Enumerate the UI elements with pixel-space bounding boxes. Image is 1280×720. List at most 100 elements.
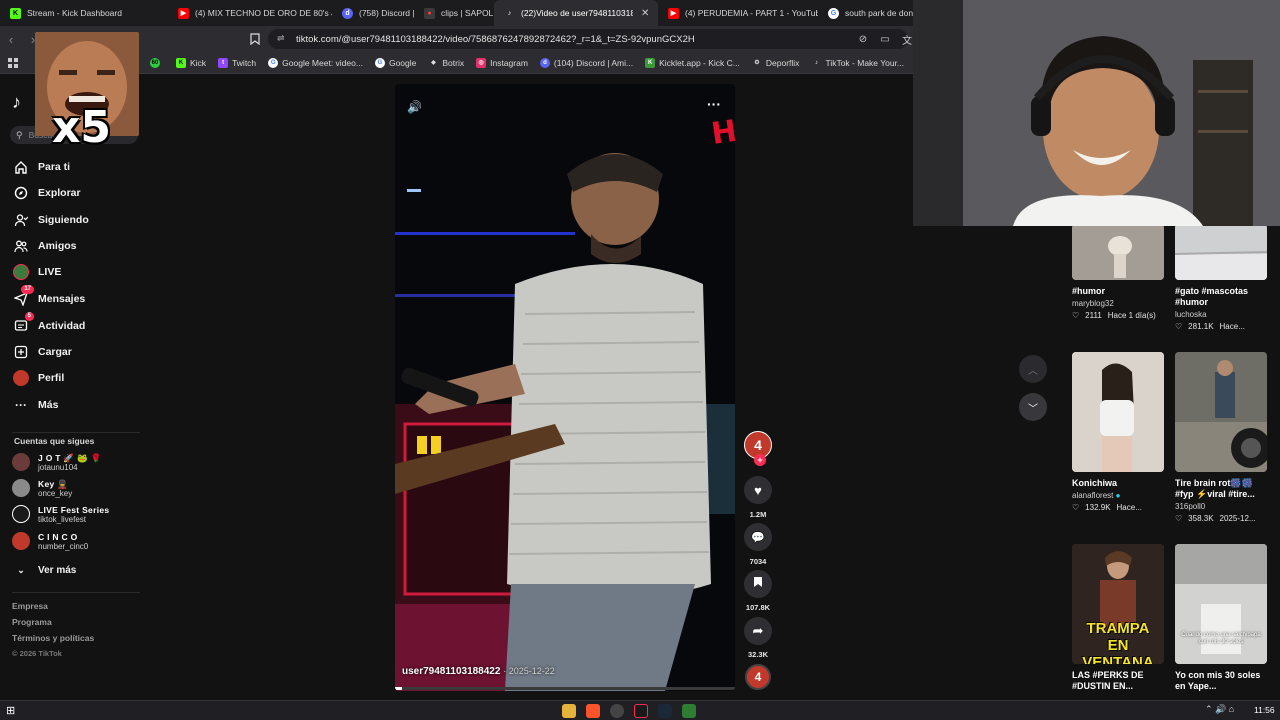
- home-icon: [12, 158, 30, 176]
- recommendation-card[interactable]: #gato #mascotas #humor luchoska ♡ 281.1K H…: [1175, 224, 1267, 331]
- share-arrow-icon: ➦: [752, 623, 764, 638]
- like-button[interactable]: ♥: [744, 476, 772, 504]
- bookmark-google[interactable]: G Google: [374, 57, 416, 68]
- nav-siguiendo[interactable]: Siguiendo: [12, 211, 89, 229]
- bookmark-discord[interactable]: d (104) Discord | Ami...: [539, 57, 633, 68]
- music-disc-icon[interactable]: 4: [745, 664, 771, 690]
- nav-actividad[interactable]: 5 Actividad: [12, 312, 85, 335]
- progress-track[interactable]: [395, 687, 735, 690]
- brave-browser-icon[interactable]: [586, 704, 600, 718]
- google-icon: G: [268, 57, 279, 68]
- tab-discord[interactable]: d (758) Discord | #T: [332, 0, 414, 26]
- card-author[interactable]: maryblog32: [1072, 299, 1164, 308]
- bookmark-instagram[interactable]: ◎ Instagram: [476, 57, 528, 68]
- bookmark-kick[interactable]: K Kick: [176, 57, 206, 68]
- tab-title: (758) Discord | #T: [359, 8, 414, 18]
- apps-grid-icon[interactable]: [2, 52, 24, 74]
- footer-link[interactable]: Términos y políticas: [12, 633, 94, 643]
- nav-amigos[interactable]: Amigos: [12, 237, 77, 255]
- video-author[interactable]: user79481103188422: [402, 666, 500, 677]
- nav-perfil[interactable]: Perfil: [12, 369, 64, 387]
- recommendation-card[interactable]: Konichiwa alanaflorest ● ♡ 132.9K Hace...: [1072, 352, 1164, 512]
- recommendation-card[interactable]: #humor maryblog32 ♡ 2111 Hace 1 día(s): [1072, 224, 1164, 320]
- steam-icon[interactable]: [658, 704, 672, 718]
- share-button[interactable]: ➦: [744, 617, 772, 645]
- bookmark-item[interactable]: 60: [150, 57, 164, 68]
- tab-perudemia[interactable]: ▶ (4) PERUDEMIA - PART 1 - YouTube: [658, 0, 818, 26]
- footer-link[interactable]: Empresa: [12, 601, 48, 611]
- activity-badge: 5: [24, 312, 34, 321]
- comment-button[interactable]: 💬: [744, 523, 772, 551]
- volume-icon[interactable]: 🔊: [407, 100, 422, 114]
- account-name: C I N C O: [38, 532, 78, 542]
- cast-icon[interactable]: ▭: [874, 28, 896, 50]
- following-account[interactable]: J O T 🚀 🐸 🌹 jotaunu104: [12, 453, 101, 473]
- creator-avatar[interactable]: 4 +: [744, 431, 772, 466]
- recommendation-card[interactable]: Tire brain rot🎆🎆 #fyp ⚡viral #tire... 31…: [1175, 352, 1267, 523]
- app-icon[interactable]: [634, 704, 648, 718]
- tab-tiktok-video[interactable]: ♪ (22)Video de user79481103188 ✕: [494, 0, 658, 26]
- app-icon[interactable]: [682, 704, 696, 718]
- tab-kick-dashboard[interactable]: K Stream - Kick Dashboard: [0, 0, 168, 26]
- bookmark-deporflix[interactable]: ⚙ Deporflix: [752, 57, 800, 68]
- obs-icon[interactable]: [610, 704, 624, 718]
- back-icon[interactable]: ‹: [0, 28, 22, 50]
- nav-explorar[interactable]: Explorar: [12, 184, 81, 202]
- site-info-icon[interactable]: ⇌: [277, 33, 285, 44]
- bookmark-botrix[interactable]: ◆ Botrix: [428, 58, 464, 68]
- card-author[interactable]: 316poll0: [1175, 502, 1267, 511]
- multiplier-overlay: x5: [52, 102, 111, 153]
- system-tray-icons[interactable]: ⌃ 🔊 ⌂: [1205, 704, 1234, 715]
- video-player[interactable]: HU 🔊 ··· user79481103188422 · 2025-12-22: [395, 84, 735, 691]
- footer-link[interactable]: Programa: [12, 617, 52, 627]
- following-account[interactable]: LIVE Fest Series tiktok_livefest: [12, 505, 109, 525]
- bookmark-icon[interactable]: [244, 28, 266, 50]
- youtube-icon: ▶: [178, 7, 189, 19]
- close-icon[interactable]: ✕: [641, 8, 649, 19]
- tiktok-logo-icon[interactable]: ♪: [12, 92, 21, 113]
- nav-mas[interactable]: ··· Más: [12, 396, 58, 414]
- more-options-icon[interactable]: ···: [707, 96, 721, 112]
- botrix-icon: ◆: [431, 60, 436, 66]
- tab-clips[interactable]: ● clips | SAPOLIC: [414, 0, 494, 26]
- green-circle-icon: 60: [150, 57, 160, 68]
- nav-label: Perfil: [38, 372, 65, 384]
- card-likes: 281.1K: [1188, 322, 1214, 331]
- url-field[interactable]: ⇌ tiktok.com/@user79481103188422/video/7…: [268, 29, 908, 49]
- file-explorer-icon[interactable]: [562, 704, 576, 718]
- svg-text:HU: HU: [709, 110, 735, 152]
- messages-icon: 17: [12, 285, 34, 308]
- discord-icon: d: [342, 7, 353, 19]
- video-date: 2025-12-22: [508, 666, 555, 676]
- bookmark-kicklet[interactable]: K Kicklet.app - Kick C...: [645, 57, 740, 68]
- bookmark-google-meet[interactable]: G Google Meet: video...: [268, 57, 363, 68]
- follow-plus-icon[interactable]: +: [754, 454, 766, 466]
- following-account[interactable]: Key 💂 once_key: [12, 479, 72, 499]
- bookmark-label: Deporflix: [765, 57, 800, 68]
- nav-label: Cargar: [38, 346, 72, 358]
- recommendation-card[interactable]: TRAMPA EN VENTANA LAS #PERKS DE #DUSTIN …: [1072, 544, 1164, 692]
- see-more-button[interactable]: ⌄ Ver más: [12, 561, 76, 579]
- like-count: 1.2M: [749, 510, 767, 519]
- windows-start-icon[interactable]: ⊞: [6, 704, 15, 717]
- save-button[interactable]: [744, 570, 772, 598]
- nav-live[interactable]: LIVE: [12, 263, 61, 281]
- card-author[interactable]: luchoska: [1175, 310, 1267, 319]
- card-likes: 2111: [1085, 311, 1102, 320]
- previous-video-button[interactable]: ︿: [1019, 355, 1047, 383]
- tab-mix-techno[interactable]: ▶ (4) MIX TECHNO DE ORO DE 80's & 9: [168, 0, 332, 26]
- tab-south-park[interactable]: G south park de dond: [818, 0, 918, 26]
- card-author[interactable]: alanaflorest: [1072, 491, 1113, 500]
- next-video-button[interactable]: ﹀: [1019, 393, 1047, 421]
- nav-mensajes[interactable]: 17 Mensajes: [12, 285, 85, 308]
- nav-para-ti[interactable]: Para ti: [12, 158, 70, 176]
- gear-icon: ⚙: [754, 60, 760, 66]
- recommendation-card[interactable]: Cuando como una salchipapa con mis 30 so…: [1175, 544, 1267, 692]
- bookmark-twitch[interactable]: t Twitch: [218, 57, 256, 68]
- card-caption: LAS #PERKS DE #DUSTIN EN...: [1072, 670, 1144, 691]
- card-likes: 358.3K: [1188, 514, 1214, 523]
- bookmark-tiktok[interactable]: ♪ TikTok - Make Your...: [811, 58, 904, 68]
- following-account[interactable]: C I N C Onumber_cinc0: [12, 532, 88, 552]
- extension-icon[interactable]: ⊘: [852, 28, 874, 50]
- nav-cargar[interactable]: Cargar: [12, 343, 72, 361]
